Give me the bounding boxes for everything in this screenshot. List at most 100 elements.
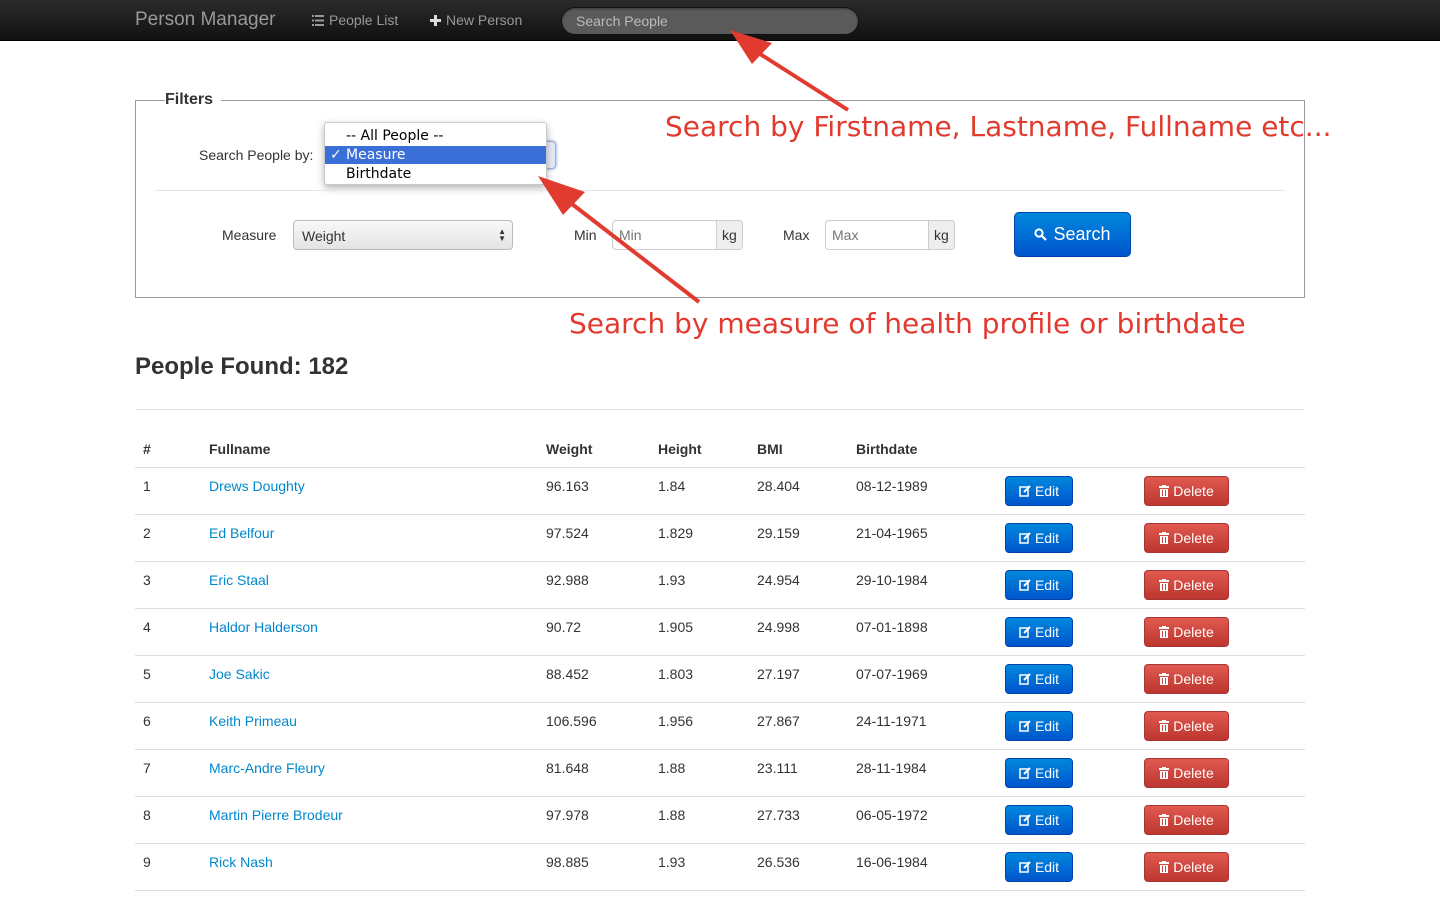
navbar-search — [561, 7, 859, 35]
dropdown-option-all[interactable]: -- All People -- — [325, 127, 546, 145]
edit-button[interactable]: Edit — [1005, 852, 1073, 882]
row-height: 1.84 — [658, 478, 686, 494]
col-header-height: Height — [658, 441, 702, 457]
row-divider — [135, 467, 1305, 468]
delete-button-label: Delete — [1173, 483, 1214, 499]
measure-label: Measure — [222, 227, 277, 243]
min-input[interactable] — [612, 220, 717, 250]
edit-button-label: Edit — [1034, 718, 1060, 734]
row-bmi: 23.111 — [757, 760, 798, 776]
row-birthdate: 07-01-1898 — [856, 619, 928, 635]
brand-link[interactable]: Person Manager — [135, 9, 275, 31]
row-fullname-link[interactable]: Haldor Halderson — [209, 619, 318, 635]
edit-icon — [1019, 767, 1031, 779]
row-bmi: 27.197 — [757, 666, 800, 682]
row-bmi: 28.404 — [757, 478, 800, 494]
arrow-to-search-icon — [730, 30, 850, 112]
edit-button[interactable]: Edit — [1005, 617, 1073, 647]
row-number: 3 — [143, 572, 151, 588]
delete-button-label: Delete — [1173, 765, 1214, 781]
max-unit: kg — [929, 220, 955, 250]
row-number: 9 — [143, 854, 151, 870]
delete-button[interactable]: Delete — [1144, 617, 1229, 647]
delete-button[interactable]: Delete — [1144, 758, 1229, 788]
dropdown-option-birthdate[interactable]: Birthdate — [325, 165, 546, 183]
delete-button[interactable]: Delete — [1144, 852, 1229, 882]
edit-icon — [1019, 579, 1031, 591]
row-fullname-link[interactable]: Rick Nash — [209, 854, 273, 870]
delete-button[interactable]: Delete — [1144, 523, 1229, 553]
row-birthdate: 07-07-1969 — [856, 666, 928, 682]
edit-button[interactable]: Edit — [1005, 664, 1073, 694]
edit-button-label: Edit — [1034, 530, 1060, 546]
row-bmi: 29.159 — [757, 525, 800, 541]
edit-button[interactable]: Edit — [1005, 758, 1073, 788]
edit-icon — [1019, 532, 1031, 544]
measure-select[interactable]: Weight ▲ ▼ — [293, 220, 513, 250]
row-fullname-link[interactable]: Ed Belfour — [209, 525, 274, 541]
row-birthdate: 06-05-1972 — [856, 807, 928, 823]
delete-button[interactable]: Delete — [1144, 476, 1229, 506]
measure-select-value: Weight — [302, 228, 346, 244]
edit-button[interactable]: Edit — [1005, 805, 1073, 835]
row-fullname-link[interactable]: Eric Staal — [209, 572, 269, 588]
edit-icon — [1019, 626, 1031, 638]
search-button-label: Search — [1053, 224, 1111, 244]
nav-new-person-label: New Person — [446, 12, 523, 28]
edit-button[interactable]: Edit — [1005, 711, 1073, 741]
trash-icon — [1159, 626, 1170, 638]
search-by-dropdown: -- All People -- ✓ Measure Birthdate — [324, 122, 547, 185]
row-divider — [135, 890, 1305, 891]
delete-button[interactable]: Delete — [1144, 711, 1229, 741]
row-fullname-link[interactable]: Martin Pierre Brodeur — [209, 807, 343, 823]
row-number: 7 — [143, 760, 151, 776]
checkmark-icon: ✓ — [330, 147, 342, 163]
edit-button[interactable]: Edit — [1005, 476, 1073, 506]
delete-button-label: Delete — [1173, 718, 1214, 734]
row-height: 1.88 — [658, 807, 686, 823]
max-input[interactable] — [825, 220, 929, 250]
edit-icon — [1019, 861, 1031, 873]
search-people-input[interactable] — [576, 13, 844, 29]
max-input-group: kg — [825, 220, 955, 250]
row-divider — [135, 749, 1305, 750]
edit-button-label: Edit — [1034, 765, 1060, 781]
row-fullname-link[interactable]: Joe Sakic — [209, 666, 270, 682]
max-label: Max — [783, 227, 810, 243]
annotation-bottom: Search by measure of health profile or b… — [569, 307, 1246, 340]
row-number: 4 — [143, 619, 151, 635]
row-weight: 97.524 — [546, 525, 589, 541]
trash-icon — [1159, 579, 1170, 591]
edit-button[interactable]: Edit — [1005, 570, 1073, 600]
row-height: 1.93 — [658, 854, 686, 870]
row-divider — [135, 608, 1305, 609]
row-number: 1 — [143, 478, 151, 494]
row-fullname-link[interactable]: Keith Primeau — [209, 713, 297, 729]
annotation-top: Search by Firstname, Lastname, Fullname … — [665, 110, 1332, 143]
delete-button-label: Delete — [1173, 812, 1214, 828]
row-number: 8 — [143, 807, 151, 823]
delete-button[interactable]: Delete — [1144, 570, 1229, 600]
row-weight: 92.988 — [546, 572, 589, 588]
delete-button-label: Delete — [1173, 859, 1214, 875]
row-number: 5 — [143, 666, 151, 682]
search-button[interactable]: Search — [1014, 212, 1131, 257]
row-divider — [135, 843, 1305, 844]
min-label: Min — [574, 227, 597, 243]
row-fullname-link[interactable]: Drews Doughty — [209, 478, 305, 494]
edit-button[interactable]: Edit — [1005, 523, 1073, 553]
row-fullname-link[interactable]: Marc-Andre Fleury — [209, 760, 325, 776]
row-height: 1.829 — [658, 525, 694, 541]
nav-new-person[interactable]: New Person — [430, 12, 522, 28]
nav-people-list[interactable]: People List — [312, 12, 398, 28]
delete-button[interactable]: Delete — [1144, 805, 1229, 835]
row-birthdate: 08-12-1989 — [856, 478, 928, 494]
edit-button-label: Edit — [1034, 812, 1060, 828]
edit-button-label: Edit — [1034, 483, 1060, 499]
row-bmi: 24.998 — [757, 619, 800, 635]
dropdown-option-measure[interactable]: ✓ Measure — [325, 146, 546, 164]
trash-icon — [1159, 673, 1170, 685]
delete-button[interactable]: Delete — [1144, 664, 1229, 694]
edit-button-label: Edit — [1034, 624, 1060, 640]
row-weight: 106.596 — [546, 713, 597, 729]
